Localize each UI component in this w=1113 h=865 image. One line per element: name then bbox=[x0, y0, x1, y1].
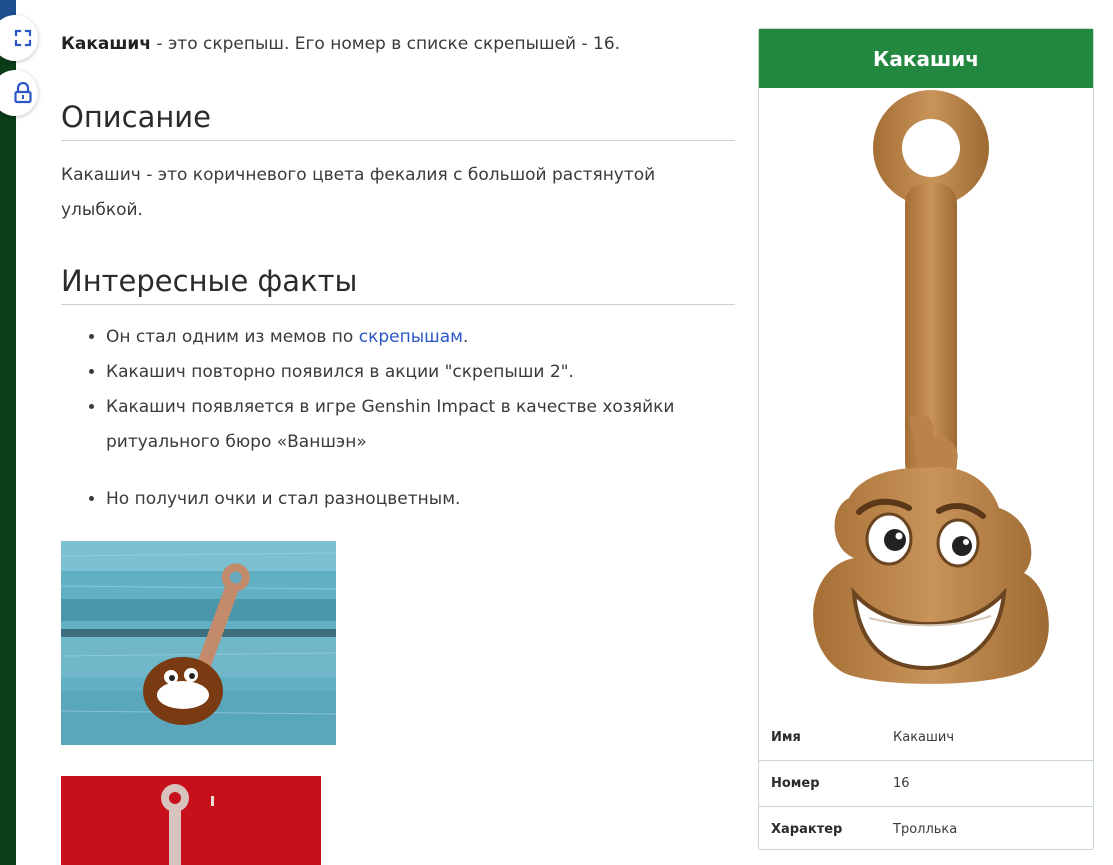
infobox-table: Имя Какашич Номер 16 Характер Троллька bbox=[759, 715, 1093, 852]
lock-button[interactable] bbox=[0, 70, 38, 116]
fact-text: Он стал одним из мемов по bbox=[106, 327, 359, 347]
intro-text: - это скрепыш. Его номер в списке скрепы… bbox=[151, 34, 621, 54]
list-item: Но получил очки и стал разноцветным. bbox=[106, 482, 746, 517]
facts-list: Он стал одним из мемов по скрепышам. Как… bbox=[61, 320, 746, 517]
infobox-key: Номер bbox=[771, 776, 820, 791]
skrepyshi-link[interactable]: скрепышам bbox=[359, 327, 463, 347]
toy-photo-red[interactable] bbox=[61, 776, 321, 865]
list-item: Какашич появляется в игре Genshin Impact… bbox=[106, 390, 746, 460]
infobox-row-number: Номер 16 bbox=[759, 760, 1093, 806]
lock-icon bbox=[14, 82, 32, 104]
intro-paragraph: Какашич - это скрепыш. Его номер в списк… bbox=[61, 30, 735, 58]
infobox-key: Имя bbox=[771, 730, 801, 745]
infobox-image[interactable] bbox=[759, 88, 1093, 714]
description-text: Какашич - это коричневого цвета фекалия … bbox=[61, 165, 656, 220]
infobox-value: Какашич bbox=[893, 730, 955, 745]
list-item: Какашич повторно появился в акции "скреп… bbox=[106, 355, 746, 390]
infobox-value: Троллька bbox=[893, 822, 958, 837]
toy-photo-wood-image bbox=[61, 541, 336, 745]
facts-heading: Интересные факты bbox=[61, 264, 735, 305]
fact-text-end: . bbox=[462, 327, 469, 347]
infobox-title: Какашич bbox=[759, 29, 1093, 88]
article-content: Какашич - это скрепыш. Его номер в списк… bbox=[61, 30, 735, 509]
list-item: Он стал одним из мемов по скрепышам. bbox=[106, 320, 746, 355]
intro-name: Какашич bbox=[61, 34, 152, 54]
toy-photo-wood[interactable] bbox=[61, 541, 336, 745]
infobox-row-name: Имя Какашич bbox=[759, 715, 1093, 760]
infobox: Какашич Имя Какашич Номер 16 Характер Тр… bbox=[758, 28, 1094, 850]
kakashich-toy-image bbox=[813, 90, 1049, 684]
infobox-key: Характер bbox=[771, 822, 843, 837]
infobox-value: 16 bbox=[893, 776, 910, 791]
toy-photo-red-image bbox=[61, 776, 321, 865]
infobox-row-character: Характер Троллька bbox=[759, 806, 1093, 852]
description-heading: Описание bbox=[61, 100, 735, 141]
expand-icon bbox=[14, 29, 32, 47]
expand-button[interactable] bbox=[0, 15, 38, 61]
left-rail bbox=[0, 0, 16, 865]
